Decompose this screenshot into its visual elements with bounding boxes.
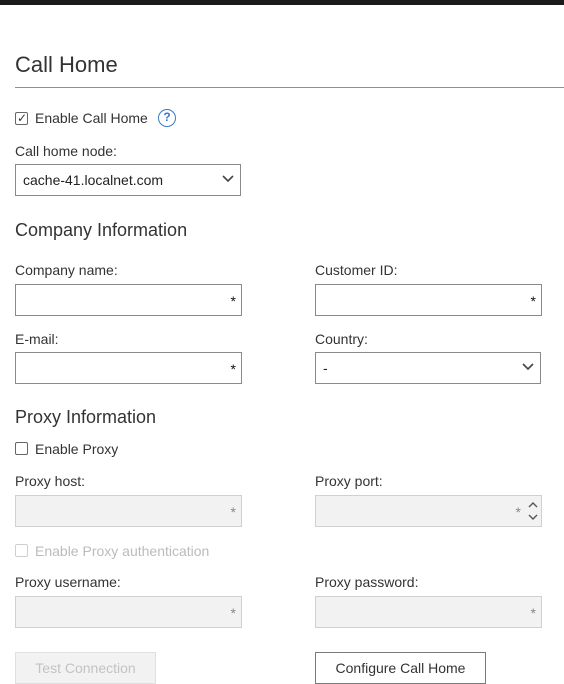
spinner-arrows-icon[interactable]: [526, 498, 540, 524]
page-title: Call Home: [15, 52, 118, 77]
enable-proxy-checkbox[interactable]: [15, 442, 28, 455]
required-asterisk: *: [230, 293, 236, 309]
proxy-port-label: Proxy port:: [315, 473, 383, 489]
required-asterisk: *: [515, 504, 521, 520]
proxy-host-label: Proxy host:: [15, 473, 86, 489]
enable-proxy-auth-checkbox[interactable]: [15, 544, 28, 557]
chevron-down-icon: [222, 175, 234, 183]
configure-call-home-button[interactable]: Configure Call Home: [315, 652, 486, 684]
proxy-username-input[interactable]: *: [15, 596, 242, 628]
required-asterisk: *: [530, 605, 536, 621]
call-home-node-value: cache-41.localnet.com: [23, 172, 164, 188]
call-home-node-label: Call home node:: [15, 143, 117, 159]
required-asterisk: *: [230, 361, 236, 377]
proxy-username-label: Proxy username:: [15, 574, 121, 590]
proxy-password-input[interactable]: *: [315, 596, 542, 628]
title-divider: [15, 87, 564, 88]
proxy-host-input[interactable]: *: [15, 495, 242, 527]
country-label: Country:: [315, 331, 368, 347]
company-name-input[interactable]: *: [15, 284, 242, 316]
call-home-node-select[interactable]: cache-41.localnet.com: [15, 164, 241, 196]
enable-proxy-label: Enable Proxy: [35, 441, 119, 457]
top-bar: [0, 0, 564, 5]
checkmark-icon: ✓: [17, 111, 28, 125]
customer-id-label: Customer ID:: [315, 262, 398, 278]
enable-call-home-checkbox[interactable]: ✓: [15, 111, 28, 125]
enable-proxy-auth-label: Enable Proxy authentication: [35, 543, 210, 559]
required-asterisk: *: [230, 504, 236, 520]
question-mark-icon[interactable]: ?: [158, 109, 176, 127]
email-input[interactable]: *: [15, 352, 242, 384]
country-value: -: [323, 360, 328, 376]
required-asterisk: *: [230, 605, 236, 621]
enable-call-home-label: Enable Call Home: [35, 110, 148, 126]
email-label: E-mail:: [15, 331, 59, 347]
proxy-port-input[interactable]: *: [315, 495, 542, 527]
proxy-password-label: Proxy password:: [315, 574, 419, 590]
required-asterisk: *: [530, 293, 536, 309]
company-information-heading: Company Information: [15, 220, 188, 240]
test-connection-button[interactable]: Test Connection: [15, 652, 156, 684]
chevron-down-icon: [522, 363, 534, 371]
proxy-information-heading: Proxy Information: [15, 407, 157, 427]
country-select[interactable]: -: [315, 352, 541, 384]
company-name-label: Company name:: [15, 262, 118, 278]
customer-id-input[interactable]: *: [315, 284, 542, 316]
